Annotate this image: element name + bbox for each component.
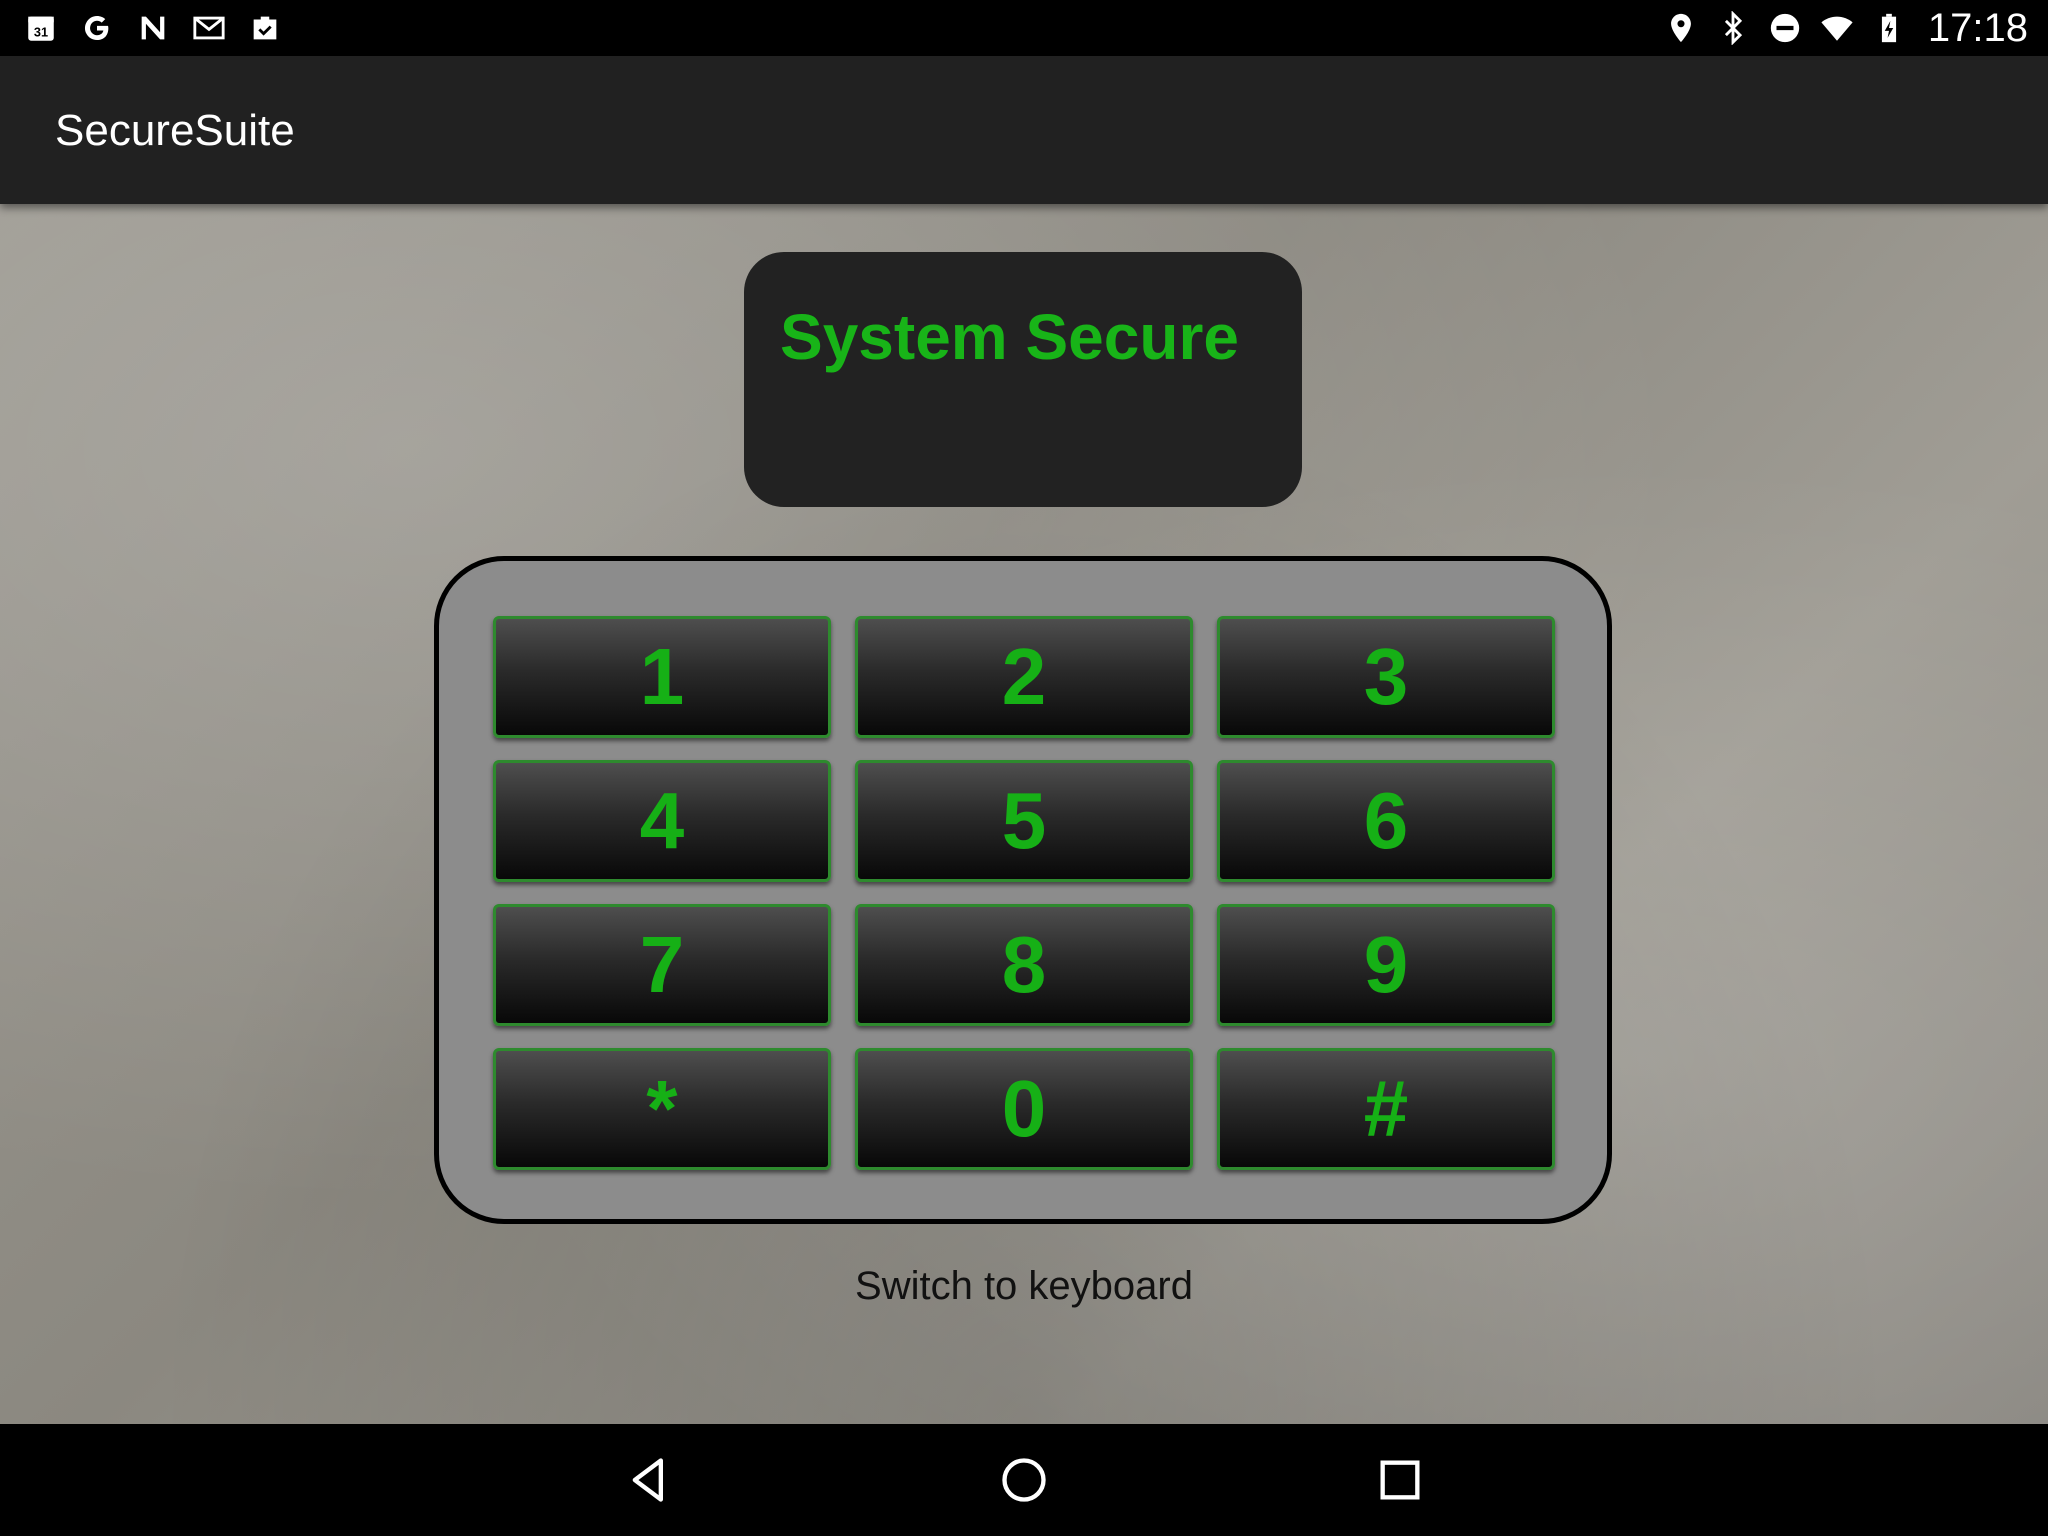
key-7[interactable]: 7 (493, 904, 831, 1026)
app-title: SecureSuite (55, 106, 295, 155)
do-not-disturb-icon (1766, 9, 1804, 47)
gmail-icon (190, 9, 228, 47)
app-bar: SecureSuite (0, 56, 2048, 204)
key-label: 6 (1363, 776, 1409, 865)
screen: 31 17:18 SecureSuite System Secure 1 2 3… (0, 0, 2048, 1536)
back-icon[interactable] (622, 1452, 678, 1508)
key-label: 2 (1001, 632, 1047, 721)
key-label: 4 (639, 776, 685, 865)
key-1[interactable]: 1 (493, 616, 831, 738)
wifi-icon (1818, 9, 1856, 47)
key-3[interactable]: 3 (1217, 616, 1555, 738)
key-hash[interactable]: # (1217, 1048, 1555, 1170)
key-label: 0 (1001, 1064, 1047, 1153)
key-8[interactable]: 8 (855, 904, 1193, 1026)
status-text: System Secure (780, 301, 1239, 373)
location-icon (1662, 9, 1700, 47)
key-9[interactable]: 9 (1217, 904, 1555, 1026)
clock: 17:18 (1927, 5, 2028, 50)
recents-icon[interactable] (1372, 1452, 1428, 1508)
key-6[interactable]: 6 (1217, 760, 1555, 882)
battery-charging-icon (1870, 9, 1908, 47)
switch-to-keyboard-link[interactable]: Switch to keyboard (0, 1264, 2048, 1309)
home-icon[interactable] (996, 1452, 1052, 1508)
key-label: # (1363, 1064, 1409, 1153)
keypad: 1 2 3 4 5 6 7 8 9 * 0 # (434, 556, 1612, 1224)
status-display: System Secure (744, 252, 1302, 507)
system-icons: 17:18 (1662, 5, 2028, 50)
key-2[interactable]: 2 (855, 616, 1193, 738)
key-label: 3 (1363, 632, 1409, 721)
bluetooth-icon (1714, 9, 1752, 47)
key-star[interactable]: * (493, 1048, 831, 1170)
briefcase-check-icon (246, 9, 284, 47)
key-4[interactable]: 4 (493, 760, 831, 882)
status-bar: 31 17:18 (0, 0, 2048, 56)
n-icon (134, 9, 172, 47)
google-icon (78, 9, 116, 47)
navigation-bar (0, 1424, 2048, 1536)
key-label: * (646, 1064, 678, 1153)
notification-icons: 31 (22, 8, 284, 48)
key-label: 5 (1001, 776, 1047, 865)
key-0[interactable]: 0 (855, 1048, 1193, 1170)
key-label: 7 (639, 920, 685, 1009)
calendar-icon: 31 (22, 9, 60, 47)
calendar-day: 31 (34, 25, 48, 40)
key-5[interactable]: 5 (855, 760, 1193, 882)
key-label: 1 (639, 632, 685, 721)
key-label: 9 (1363, 920, 1409, 1009)
key-label: 8 (1001, 920, 1047, 1009)
